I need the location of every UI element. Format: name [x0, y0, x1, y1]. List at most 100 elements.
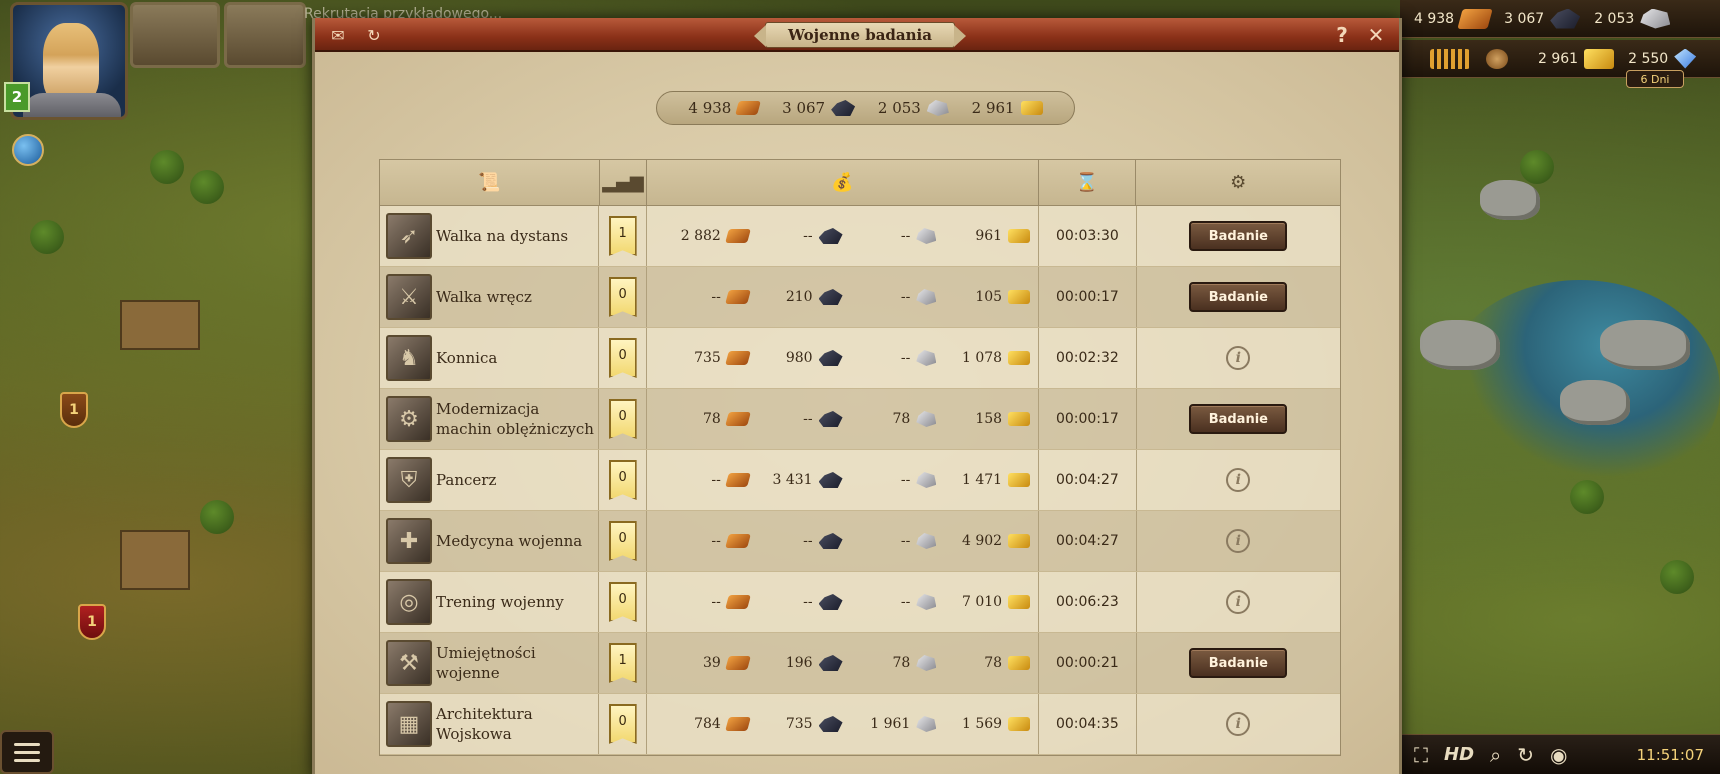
help-icon[interactable]: ?	[1329, 22, 1355, 48]
refresh-arrow-icon[interactable]: ↻	[361, 22, 387, 48]
ore-icon	[818, 594, 843, 610]
cost-wood: 39	[655, 655, 751, 671]
messages-slot[interactable]	[130, 2, 220, 68]
resource-wood-value: 4 938	[1414, 10, 1455, 27]
table-row[interactable]: ✚ Medycyna wojenna 0 -- -- -- 4 902 00:0…	[380, 511, 1340, 572]
research-name: Trening wojenny	[436, 593, 564, 611]
research-thumbnail-icon[interactable]: ▦	[386, 701, 432, 747]
research-time: 00:04:27	[1039, 450, 1137, 510]
cost-wood-value: 784	[694, 716, 721, 732]
cost-gold-value: 78	[984, 655, 1003, 671]
cost-stone: 78	[843, 411, 937, 427]
info-icon[interactable]: i	[1226, 346, 1251, 370]
research-thumbnail-icon[interactable]: ✚	[386, 518, 432, 564]
cost-wood: --	[655, 472, 751, 488]
table-row[interactable]: ⛨ Pancerz 0 -- 3 431 -- 1 471 00:04:27 i	[380, 450, 1340, 511]
dialog-title-plate: Wojenne badania	[754, 22, 966, 48]
table-row[interactable]: ⚙ Modernizacja machin oblężniczych 0 78 …	[380, 389, 1340, 450]
wood-icon	[735, 101, 762, 115]
research-button[interactable]: Badanie	[1189, 221, 1288, 251]
research-thumbnail-icon[interactable]: ⛨	[386, 457, 432, 503]
level-banner: 0	[608, 582, 637, 622]
map-rock	[1560, 380, 1630, 425]
col-action-header: ⚙	[1136, 160, 1340, 205]
research-name-cell: ◎ Trening wojenny	[380, 572, 600, 632]
info-icon[interactable]: i	[1226, 712, 1251, 736]
zoom-icon[interactable]: ⌕	[1490, 743, 1501, 767]
info-icon[interactable]: i	[1226, 590, 1251, 614]
level-banner: 0	[608, 704, 637, 744]
cost-ore-value: --	[803, 533, 813, 549]
cost-gold-value: 1 078	[961, 350, 1003, 366]
table-row[interactable]: ➶ Walka na dystans 1 2 882 -- -- 961 00:…	[380, 206, 1340, 267]
cost-wood-value: 2 882	[680, 228, 721, 244]
research-name-cell: ▦ Architektura Wojskowa	[380, 694, 600, 754]
research-time: 00:06:23	[1039, 572, 1137, 632]
cost-wood-value: 39	[702, 655, 721, 671]
research-thumbnail-icon[interactable]: ⚔	[386, 274, 432, 320]
research-thumbnail-icon[interactable]: ⚙	[386, 396, 432, 442]
resource-gems[interactable]: 2 550	[1628, 48, 1697, 69]
main-menu-button[interactable]	[0, 730, 54, 774]
research-level-cell: 0	[599, 267, 648, 327]
table-row[interactable]: ⚒ Umiejętności wojenne 1 39 196 78 78 00…	[380, 633, 1340, 694]
research-name-cell: ⚙ Modernizacja machin oblężniczych	[380, 389, 600, 449]
advisor-slot[interactable]	[224, 2, 306, 68]
stock-wood-value: 4 938	[688, 99, 732, 117]
hd-toggle[interactable]: HD	[1444, 744, 1474, 765]
chat-bubble-icon[interactable]: ✉	[325, 22, 351, 48]
resource-stone[interactable]: 3 067	[1504, 8, 1581, 29]
research-action-cell: Badanie	[1137, 389, 1340, 449]
stock-gold: 2 961	[972, 99, 1043, 117]
research-time: 00:04:35	[1039, 694, 1137, 754]
level-banner: 0	[608, 277, 637, 317]
level-banner: 0	[608, 521, 637, 561]
research-thumbnail-icon[interactable]: ◎	[386, 579, 432, 625]
research-button[interactable]: Badanie	[1189, 648, 1288, 678]
resource-silver[interactable]: 2 053	[1594, 8, 1671, 29]
table-row[interactable]: ▦ Architektura Wojskowa 0 784 735 1 961 …	[380, 694, 1340, 755]
map-tree	[30, 220, 64, 254]
research-cost-cell: 784 735 1 961 1 569	[647, 694, 1040, 754]
world-icon[interactable]: ◉	[1550, 743, 1567, 767]
cost-wood-value: 78	[702, 411, 721, 427]
cost-wood-value: 735	[694, 350, 721, 366]
map-level-shield[interactable]: 1	[60, 392, 88, 428]
resource-wood[interactable]: 4 938	[1414, 8, 1493, 29]
research-thumbnail-icon[interactable]: ➶	[386, 213, 432, 259]
research-thumbnail-icon[interactable]: ♞	[386, 335, 432, 381]
research-thumbnail-icon[interactable]: ⚒	[386, 640, 432, 686]
globe-icon[interactable]	[12, 134, 44, 166]
gold-icon	[1008, 595, 1031, 609]
resource-gold[interactable]: 2 961	[1538, 48, 1615, 69]
research-button[interactable]: Badanie	[1189, 404, 1288, 434]
map-level-shield[interactable]: 1	[78, 604, 106, 640]
refresh-icon[interactable]: ↻	[1517, 743, 1534, 767]
gold-icon	[1008, 351, 1031, 365]
cost-ore: --	[749, 228, 843, 244]
info-icon[interactable]: i	[1226, 468, 1251, 492]
cost-ore-value: 735	[785, 716, 813, 732]
research-action-cell: Badanie	[1137, 633, 1340, 693]
premium-days-badge[interactable]: 6 Dni	[1626, 70, 1684, 88]
fullscreen-icon[interactable]: ⛶	[1414, 743, 1428, 767]
cost-stone-value: --	[900, 350, 911, 366]
info-icon[interactable]: i	[1226, 529, 1251, 553]
bottom-toolbar: ⛶ HD ⌕ ↻ ◉ 11:51:07	[1400, 734, 1720, 774]
map-building[interactable]	[120, 300, 200, 350]
cost-gold: 1 569	[936, 716, 1031, 732]
table-row[interactable]: ◎ Trening wojenny 0 -- -- -- 7 010 00:06…	[380, 572, 1340, 633]
research-button[interactable]: Badanie	[1189, 282, 1288, 312]
close-icon[interactable]: ✕	[1363, 22, 1389, 48]
wood-icon	[724, 595, 751, 609]
table-row[interactable]: ⚔ Walka wręcz 0 -- 210 -- 105 00:00:17 B…	[380, 267, 1340, 328]
map-building[interactable]	[120, 530, 190, 590]
cost-gold-value: 105	[975, 289, 1003, 305]
table-row[interactable]: ♞ Konnica 0 735 980 -- 1 078 00:02:32 i	[380, 328, 1340, 389]
wood-icon	[724, 290, 751, 304]
table-body: ➶ Walka na dystans 1 2 882 -- -- 961 00:…	[380, 206, 1340, 755]
stone-icon	[916, 289, 937, 305]
gold-icon	[1008, 290, 1031, 304]
cost-stone-value: --	[900, 228, 911, 244]
research-cost-cell: -- -- -- 4 902	[647, 511, 1040, 571]
